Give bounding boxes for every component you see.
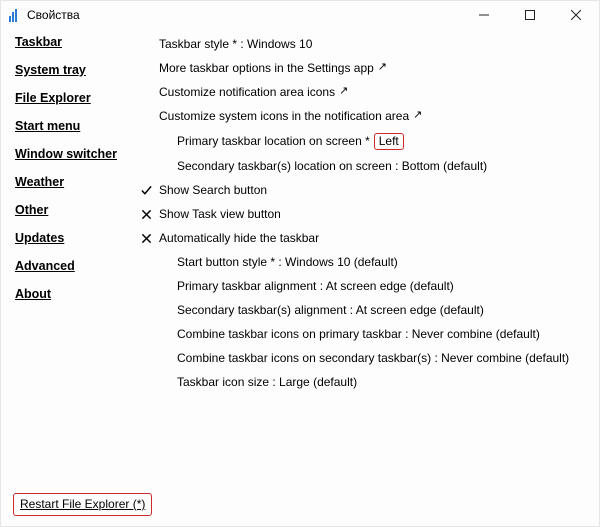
setting-start-button-style[interactable]: Start button style * : Windows 10 (defau… xyxy=(141,255,589,270)
setting-label: Combine taskbar icons on secondary taskb… xyxy=(177,351,569,366)
restart-file-explorer-button[interactable]: Restart File Explorer (*) xyxy=(13,493,152,516)
external-link-icon: ↗ xyxy=(413,108,422,123)
window-controls xyxy=(461,1,599,29)
setting-label: Taskbar style * : Windows 10 xyxy=(159,37,312,52)
setting-label: More taskbar options in the Settings app xyxy=(159,61,374,76)
setting-label: Show Search button xyxy=(159,183,267,198)
setting-combine-secondary[interactable]: Combine taskbar icons on secondary taskb… xyxy=(141,351,589,366)
link-more-taskbar-options[interactable]: More taskbar options in the Settings app… xyxy=(141,61,589,76)
toggle-show-task-view-button[interactable]: Show Task view button xyxy=(141,207,589,222)
footer: Restart File Explorer (*) xyxy=(1,493,599,526)
external-link-icon: ↗ xyxy=(378,60,387,75)
sidebar-item-system-tray[interactable]: System tray xyxy=(15,63,141,77)
sidebar-item-about[interactable]: About xyxy=(15,287,141,301)
window-title: Свойства xyxy=(27,8,80,22)
sidebar-item-taskbar[interactable]: Taskbar xyxy=(15,35,141,49)
setting-label: Automatically hide the taskbar xyxy=(159,231,319,246)
setting-combine-primary[interactable]: Combine taskbar icons on primary taskbar… xyxy=(141,327,589,342)
setting-label: Taskbar icon size : Large (default) xyxy=(177,375,357,390)
sidebar-item-other[interactable]: Other xyxy=(15,203,141,217)
setting-label: Primary taskbar alignment : At screen ed… xyxy=(177,279,454,294)
toggle-auto-hide-taskbar[interactable]: Automatically hide the taskbar xyxy=(141,231,589,246)
maximize-button[interactable] xyxy=(507,1,553,29)
setting-label: Secondary taskbar(s) location on screen … xyxy=(177,159,487,174)
sidebar-item-updates[interactable]: Updates xyxy=(15,231,141,245)
setting-primary-taskbar-location[interactable]: Primary taskbar location on screen * Lef… xyxy=(141,133,589,150)
link-customize-system-icons[interactable]: Customize system icons in the notificati… xyxy=(141,109,589,124)
sidebar: Taskbar System tray File Explorer Start … xyxy=(1,35,141,493)
setting-label: Customize system icons in the notificati… xyxy=(159,109,409,124)
minimize-button[interactable] xyxy=(461,1,507,29)
close-button[interactable] xyxy=(553,1,599,29)
setting-label: Start button style * : Windows 10 (defau… xyxy=(177,255,398,270)
sidebar-item-advanced[interactable]: Advanced xyxy=(15,259,141,273)
sidebar-item-weather[interactable]: Weather xyxy=(15,175,141,189)
properties-window: Свойства Taskbar System tray File Explor… xyxy=(0,0,600,527)
external-link-icon: ↗ xyxy=(339,84,348,99)
setting-secondary-alignment[interactable]: Secondary taskbar(s) alignment : At scre… xyxy=(141,303,589,318)
setting-label: Show Task view button xyxy=(159,207,281,222)
sidebar-item-file-explorer[interactable]: File Explorer xyxy=(15,91,141,105)
cross-icon xyxy=(141,209,159,220)
setting-label: Secondary taskbar(s) alignment : At scre… xyxy=(177,303,484,318)
titlebar: Свойства xyxy=(1,1,599,29)
setting-label: Combine taskbar icons on primary taskbar… xyxy=(177,327,540,342)
setting-value-highlighted: Left xyxy=(374,133,404,150)
setting-label: Primary taskbar location on screen * xyxy=(177,134,370,149)
content-panel: Taskbar style * : Windows 10 More taskba… xyxy=(141,35,599,493)
cross-icon xyxy=(141,233,159,244)
sidebar-item-window-switcher[interactable]: Window switcher xyxy=(15,147,141,161)
setting-label: Customize notification area icons xyxy=(159,85,335,100)
setting-primary-alignment[interactable]: Primary taskbar alignment : At screen ed… xyxy=(141,279,589,294)
sidebar-item-start-menu[interactable]: Start menu xyxy=(15,119,141,133)
app-icon xyxy=(9,8,21,22)
setting-secondary-taskbar-location[interactable]: Secondary taskbar(s) location on screen … xyxy=(141,159,589,174)
link-customize-notification-icons[interactable]: Customize notification area icons ↗ xyxy=(141,85,589,100)
setting-taskbar-icon-size[interactable]: Taskbar icon size : Large (default) xyxy=(141,375,589,390)
setting-taskbar-style[interactable]: Taskbar style * : Windows 10 xyxy=(141,37,589,52)
checkmark-icon xyxy=(141,185,159,196)
toggle-show-search-button[interactable]: Show Search button xyxy=(141,183,589,198)
